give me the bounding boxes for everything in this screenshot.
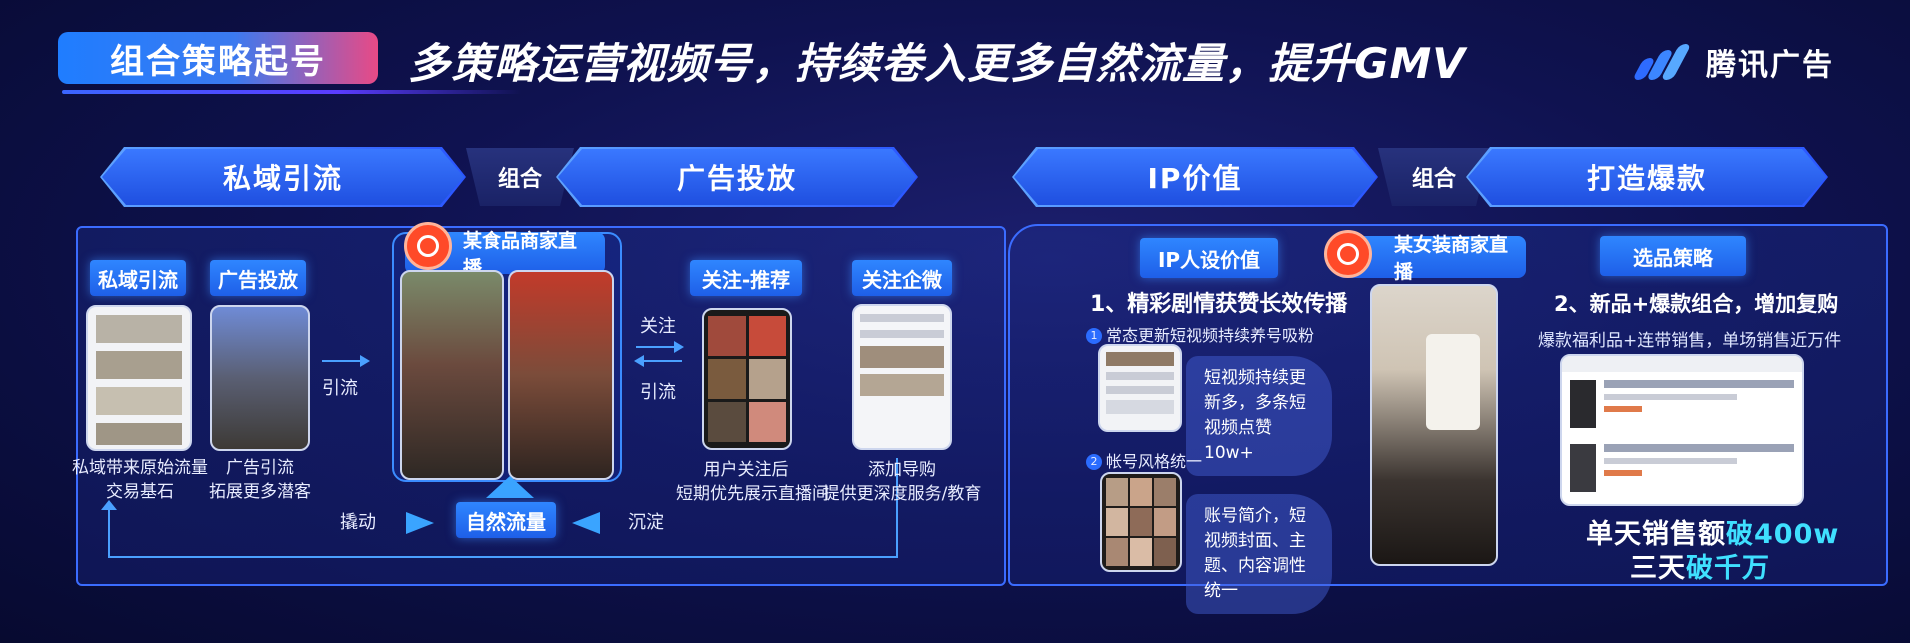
label-ip-persona: IP人设价值 (1140, 238, 1278, 278)
point-2-number: 2 (1086, 453, 1102, 470)
point-2-text: 帐号风格统一 (1106, 452, 1203, 471)
banner-ad-delivery: 广告投放 (558, 149, 916, 205)
tencent-ads-logo-icon (1630, 42, 1696, 82)
loop-arrow-icon (101, 500, 117, 510)
apparel-live-screen (1370, 284, 1498, 566)
follow-recommend-caption-2: 短期优先展示直播间 (676, 484, 829, 504)
up-arrow-icon (486, 476, 534, 498)
page-title-pill: 组合策略起号 (58, 32, 378, 84)
ip-heading: 1、精彩剧情获赞长效传播 (1090, 292, 1348, 317)
loop-line-left (108, 506, 110, 558)
short-video-screenshot (1098, 344, 1182, 432)
account-style-screenshot (1100, 472, 1182, 572)
point-1-text: 常态更新短视频持续养号吸粉 (1106, 326, 1315, 345)
settle-label: 沉淀 (628, 512, 664, 533)
food-live-screen-1 (400, 270, 504, 480)
drain-label-2: 引流 (640, 382, 676, 403)
label-private-domain: 私域引流 (90, 260, 186, 296)
logo-text: 腾讯广告 (1706, 48, 1834, 83)
ad-caption-2: 拓展更多潜客 (209, 482, 311, 502)
page-headline: 多策略运营视频号，持续卷入更多自然流量，提升GMV (408, 39, 1466, 88)
label-ad-delivery: 广告投放 (210, 260, 306, 296)
product-list-screenshot (1560, 354, 1804, 506)
follow-recommend-screenshot (702, 308, 792, 450)
tencent-ads-logo: 腾讯广告 (1630, 40, 1834, 84)
banner-ip-value-frame: IP价值 (1012, 147, 1378, 207)
left-arrow-icon (572, 512, 600, 534)
record-icon (404, 222, 452, 270)
banner-private-domain: 私域引流 (102, 149, 464, 205)
banner-private-domain-frame: 私域引流 (100, 147, 466, 207)
arrow-drain (634, 355, 682, 367)
banner-ad-delivery-frame: 广告投放 (556, 147, 918, 207)
label-follow-recommend: 关注-推荐 (690, 260, 802, 296)
private-domain-screenshot (86, 305, 192, 451)
label-product-strategy: 选品策略 (1600, 236, 1746, 276)
banner-hit-product-frame: 打造爆款 (1466, 147, 1828, 207)
arrow-to-live (322, 355, 370, 367)
sales-line-2-prefix: 三天 (1630, 553, 1686, 584)
point-1-row: 1 常态更新短视频持续养号吸粉 (1086, 322, 1314, 346)
right-arrow-icon (406, 512, 434, 534)
private-caption-1: 私域带来原始流量 (72, 458, 208, 478)
loop-line-bottom (108, 556, 898, 558)
label-natural-flow: 自然流量 (456, 502, 556, 538)
bubble-short-video: 短视频持续更新多，多条短视频点赞10w+ (1186, 356, 1332, 476)
wecom-caption-2: 提供更深度服务/教育 (822, 484, 982, 504)
sales-line-2: 三天破千万 (1630, 546, 1770, 585)
sales-line-2-highlight: 破千万 (1686, 553, 1770, 584)
follow-recommend-caption-1: 用户关注后 (703, 460, 789, 480)
bubble-account-style: 账号简介，短视频封面、主题、内容调性统一 (1186, 494, 1332, 614)
ad-caption-1: 广告引流 (226, 458, 294, 478)
banner-hit-product: 打造爆款 (1468, 149, 1826, 205)
ad-screenshot (210, 305, 310, 451)
product-subheading: 爆款福利品+连带销售，单场销售近万件 (1538, 331, 1842, 351)
drain-label-1: 引流 (322, 378, 358, 399)
label-follow-wecom: 关注企微 (852, 260, 952, 296)
product-heading: 2、新品+爆款组合，增加复购 (1554, 292, 1839, 316)
wecom-caption-1: 添加导购 (868, 460, 936, 480)
banner-ip-value: IP价值 (1014, 149, 1376, 205)
follow-label: 关注 (640, 316, 676, 337)
record-icon-2 (1324, 230, 1372, 278)
private-caption-2: 交易基石 (106, 482, 174, 502)
arrow-follow (636, 341, 684, 353)
wecom-screenshot (852, 304, 952, 450)
food-live-screen-2 (508, 270, 614, 480)
leverage-label: 撬动 (340, 512, 376, 533)
point-1-number: 1 (1086, 327, 1102, 344)
point-2-row: 2 帐号风格统一 (1086, 448, 1202, 472)
